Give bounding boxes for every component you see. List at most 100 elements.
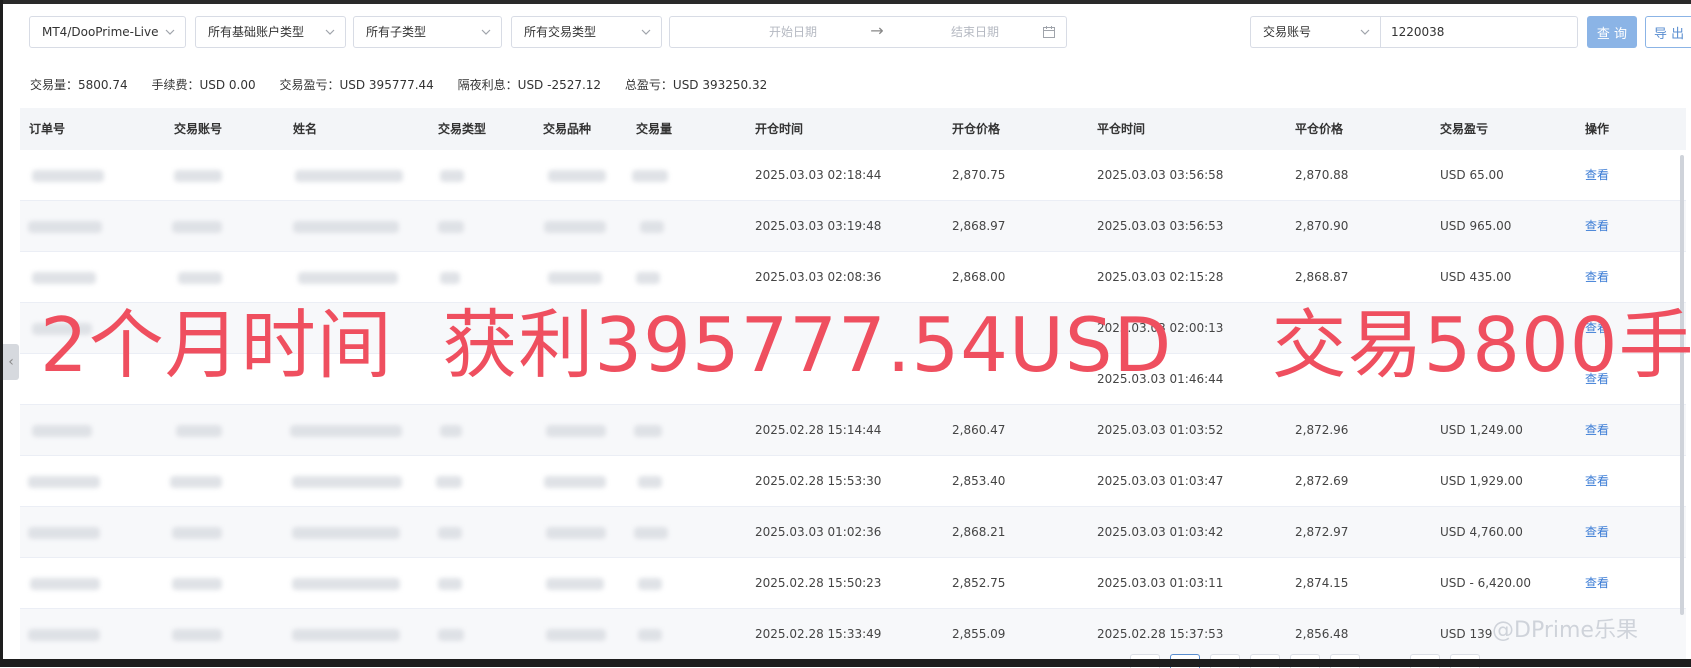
redacted-volume <box>634 527 668 539</box>
view-link[interactable]: 查看 <box>1585 456 1609 506</box>
pnl: USD - 6,420.00 <box>1440 576 1532 590</box>
redacted-order-id <box>28 629 100 641</box>
chevron-down-icon <box>165 29 175 35</box>
column-header: 操作 <box>1585 122 1610 136</box>
column-header: 交易量 <box>636 122 673 136</box>
account-field-select[interactable]: 交易账号 <box>1250 16 1380 48</box>
redacted-volume <box>634 425 662 437</box>
redacted-order-id <box>32 425 92 437</box>
redacted-name <box>292 578 400 590</box>
redacted-volume <box>632 170 668 182</box>
table-row: 2025.02.28 15:50:23 2,852.75 2025.03.03 … <box>20 558 1686 609</box>
close-time: 2025.03.03 01:03:11 <box>1097 576 1224 590</box>
summary-bar: 交易量：5800.74 手续费：USD 0.00 交易盈亏：USD 395777… <box>30 76 787 96</box>
table-row: 2025.03.03 01:02:36 2,868.21 2025.03.03 … <box>20 507 1686 558</box>
redacted-symbol <box>546 629 606 641</box>
open-price: 2,860.47 <box>952 423 1006 437</box>
end-date-field[interactable]: 结束日期 <box>920 17 1030 47</box>
watermark: @DPrime乐果 <box>1492 618 1638 643</box>
redacted-order-id <box>30 578 100 590</box>
export-button[interactable]: 导 出 <box>1645 16 1691 48</box>
redacted-name <box>290 425 402 437</box>
view-link[interactable]: 查看 <box>1585 507 1609 557</box>
redacted-type <box>438 578 462 590</box>
date-range-picker[interactable]: 开始日期 → 结束日期 <box>669 16 1067 48</box>
open-price: 2,870.75 <box>952 168 1006 182</box>
window-left-edge <box>0 0 3 667</box>
sub-type-select[interactable]: 所有子类型 <box>353 16 502 48</box>
column-header: 交易账号 <box>174 122 223 136</box>
redacted-type <box>438 221 464 233</box>
trade-type-select[interactable]: 所有交易类型 <box>511 16 662 48</box>
account-search-input[interactable] <box>1380 16 1578 48</box>
open-price: 2,868.97 <box>952 219 1006 233</box>
column-header: 平仓价格 <box>1295 122 1344 136</box>
chevron-down-icon <box>481 29 491 35</box>
close-time: 2025.03.03 03:56:53 <box>1097 219 1224 233</box>
redacted-volume <box>638 578 662 590</box>
close-time: 2025.02.28 15:37:53 <box>1097 627 1224 641</box>
server-select[interactable]: MT4/DooPrime-Live <box>29 16 186 48</box>
redacted-type <box>440 425 462 437</box>
start-date-field[interactable]: 开始日期 <box>738 17 848 47</box>
close-price: 2,868.87 <box>1295 270 1349 284</box>
pnl: USD 965.00 <box>1440 219 1512 233</box>
summary-volume: 交易量：5800.74 <box>30 78 128 92</box>
redacted-symbol <box>544 476 606 488</box>
redacted-type <box>438 527 462 539</box>
redacted-volume <box>636 272 660 284</box>
open-price: 2,855.09 <box>952 627 1006 641</box>
redacted-symbol <box>546 527 606 539</box>
pnl: USD 435.00 <box>1440 270 1512 284</box>
view-link[interactable]: 查看 <box>1585 150 1609 200</box>
redacted-type <box>438 629 464 641</box>
window-bottom-edge <box>0 659 1691 667</box>
pnl: USD 1,249.00 <box>1440 423 1523 437</box>
trade-type-value: 所有交易类型 <box>524 25 597 39</box>
collapse-sidebar-handle[interactable]: ‹ <box>3 344 19 380</box>
chevron-down-icon <box>641 29 651 35</box>
close-price: 2,870.88 <box>1295 168 1349 182</box>
pnl: USD 65.00 <box>1440 168 1504 182</box>
redacted-account <box>172 221 222 233</box>
open-price: 2,868.21 <box>952 525 1006 539</box>
open-time: 2025.02.28 15:53:30 <box>755 474 882 488</box>
query-button[interactable]: 查 询 <box>1587 16 1637 48</box>
redacted-volume <box>638 476 662 488</box>
table-row: 2025.03.03 02:08:36 2,868.00 2025.03.03 … <box>20 252 1686 303</box>
close-price: 2,872.97 <box>1295 525 1349 539</box>
open-time: 2025.03.03 02:18:44 <box>755 168 882 182</box>
open-time: 2025.02.28 15:50:23 <box>755 576 882 590</box>
table-row: 2025.03.03 02:18:44 2,870.75 2025.03.03 … <box>20 150 1686 201</box>
view-link[interactable]: 查看 <box>1585 201 1609 251</box>
redacted-symbol <box>546 578 604 590</box>
table-header: 订单号 交易账号 姓名 交易类型 交易品种 交易量 开仓时间 开仓价格 平仓时间… <box>20 108 1686 150</box>
open-time: 2025.03.03 02:08:36 <box>755 270 882 284</box>
open-price: 2,853.40 <box>952 474 1006 488</box>
column-header: 订单号 <box>29 122 66 136</box>
view-link[interactable]: 查看 <box>1585 558 1609 608</box>
account-type-select[interactable]: 所有基础账户类型 <box>195 16 346 48</box>
overlay-caption: 2个月时间 获利395777.54USD 交易5800手 <box>40 301 1691 389</box>
chevron-down-icon <box>325 29 335 35</box>
open-price: 2,868.00 <box>952 270 1006 284</box>
table-row: 2025.02.28 15:33:49 2,855.09 2025.02.28 … <box>20 609 1686 660</box>
redacted-name <box>295 170 403 182</box>
column-header: 交易盈亏 <box>1440 122 1489 136</box>
redacted-account <box>176 425 222 437</box>
open-time: 2025.03.03 01:02:36 <box>755 525 882 539</box>
close-price: 2,870.90 <box>1295 219 1349 233</box>
close-time: 2025.03.03 03:56:58 <box>1097 168 1224 182</box>
redacted-account <box>172 629 222 641</box>
redacted-name <box>292 629 400 641</box>
account-field-value: 交易账号 <box>1263 25 1312 39</box>
summary-swap: 隔夜利息：USD -2527.12 <box>457 78 602 92</box>
redacted-order-id <box>28 221 102 233</box>
summary-fee: 手续费：USD 0.00 <box>151 78 256 92</box>
table-row: 2025.02.28 15:14:44 2,860.47 2025.03.03 … <box>20 405 1686 456</box>
column-header: 开仓时间 <box>755 122 804 136</box>
column-header: 开仓价格 <box>952 122 1001 136</box>
view-link[interactable]: 查看 <box>1585 405 1609 455</box>
redacted-symbol <box>544 221 606 233</box>
view-link[interactable]: 查看 <box>1585 252 1609 302</box>
